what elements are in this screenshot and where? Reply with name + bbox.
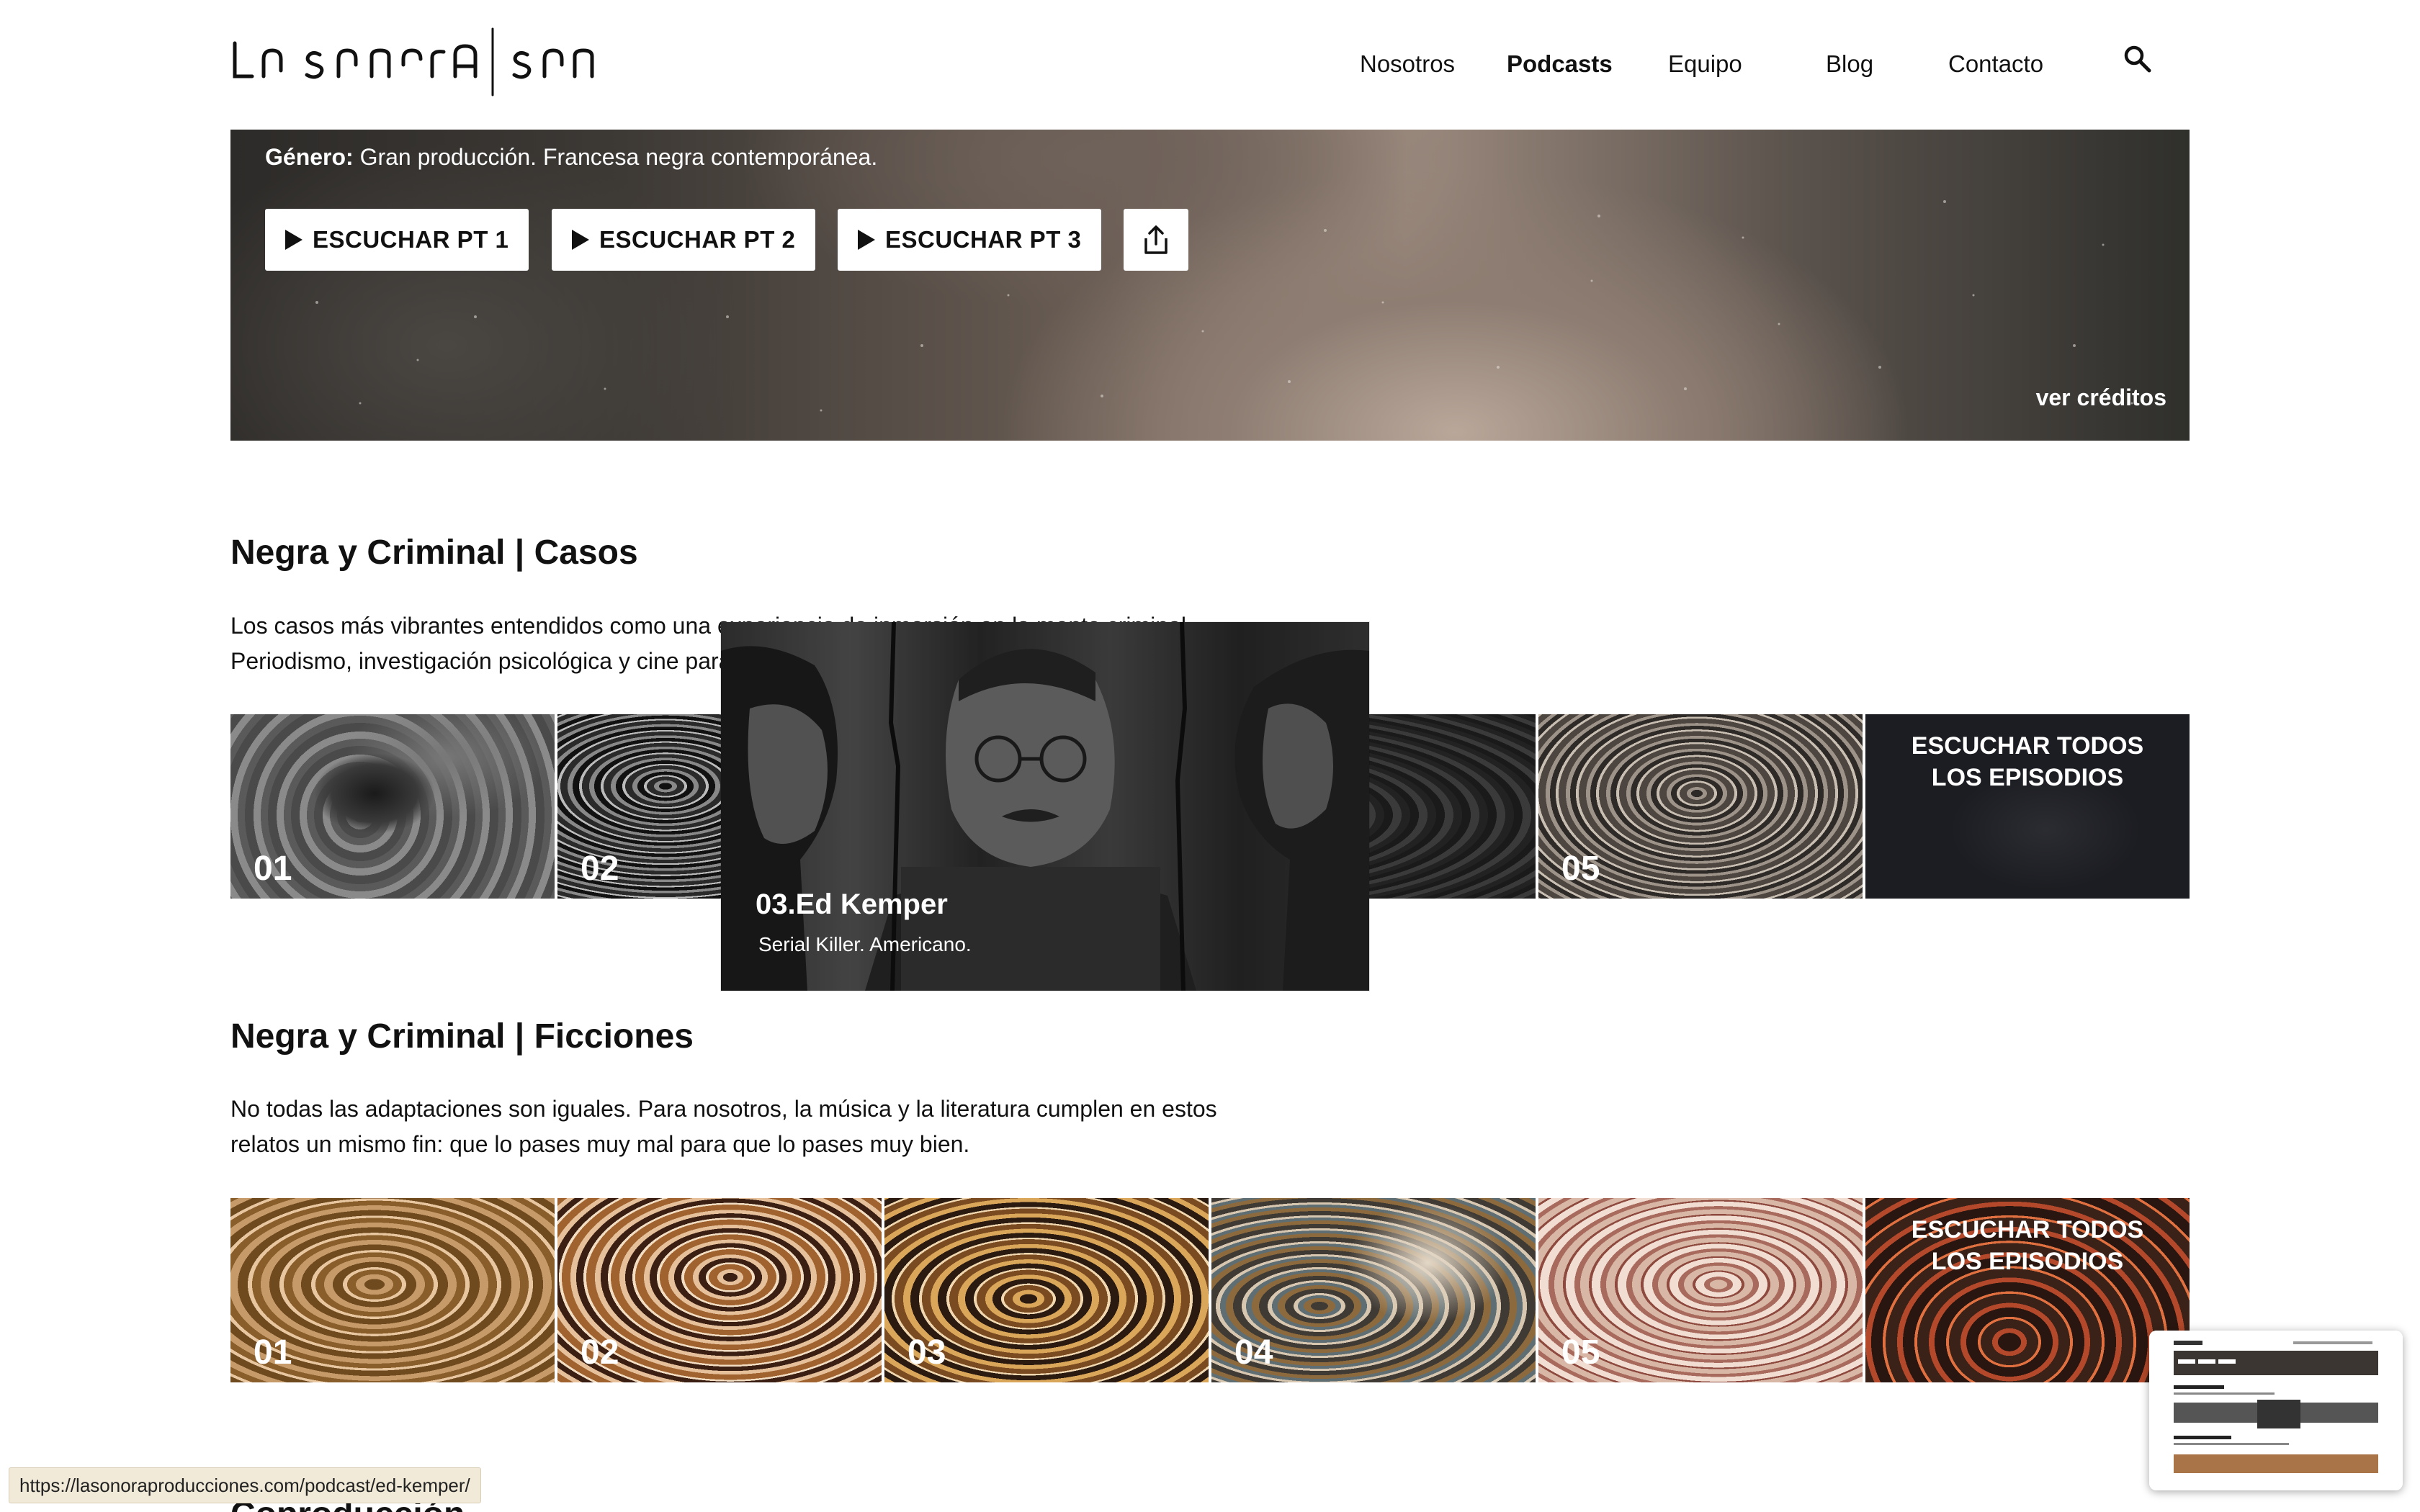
page-thumbnail-preview[interactable]	[2149, 1331, 2403, 1490]
main-nav: Nosotros Podcasts Equipo Blog Contacto	[0, 46, 2420, 82]
tile-number: 03	[908, 1333, 946, 1372]
episode-hover-card[interactable]: 03.Ed Kemper Serial Killer. Americano.	[721, 622, 1369, 991]
tile-number: 05	[1561, 1333, 1600, 1372]
nav-item-equipo[interactable]: Equipo	[1668, 46, 1742, 82]
listen-pt2-label: ESCUCHAR PT 2	[599, 226, 796, 253]
casos-tile-01[interactable]: 01	[230, 714, 555, 899]
listen-pt3-button[interactable]: ESCUCHAR PT 3	[838, 209, 1102, 271]
casos-desc-line2: Periodismo, investigación psicológica y …	[230, 648, 732, 674]
ficciones-description: No todas las adaptaciones son iguales. P…	[230, 1092, 1239, 1162]
tile-number: 04	[1234, 1333, 1273, 1372]
all-episodes-label: ESCUCHAR TODOS LOS EPISODIOS	[1911, 1216, 2144, 1275]
listen-pt2-button[interactable]: ESCUCHAR PT 2	[552, 209, 816, 271]
nav-item-blog[interactable]: Blog	[1826, 46, 1873, 82]
ficciones-all-episodes-tile[interactable]: ESCUCHAR TODOS LOS EPISODIOS	[1865, 1198, 2190, 1382]
ficciones-title: Negra y Criminal | Ficciones	[230, 1017, 694, 1056]
listen-pt3-label: ESCUCHAR PT 3	[885, 226, 1082, 253]
status-bar-url: https://lasonoraproducciones.com/podcast…	[9, 1467, 481, 1503]
nav-item-contacto[interactable]: Contacto	[1948, 46, 2043, 82]
ficciones-desc-line1: No todas las adaptaciones son iguales. P…	[230, 1096, 1217, 1122]
hero-banner: Género: Gran producción. Francesa negra …	[230, 130, 2190, 441]
tile-number: 01	[254, 850, 292, 888]
ficciones-tile-03[interactable]: 03	[884, 1198, 1209, 1382]
page-thumbnail-image	[2149, 1331, 2403, 1490]
tile-number: 05	[1561, 850, 1600, 888]
ficciones-tile-01[interactable]: 01	[230, 1198, 555, 1382]
play-icon	[572, 230, 589, 250]
casos-tile-05[interactable]: 05	[1538, 714, 1863, 899]
casos-all-episodes-tile[interactable]: ESCUCHAR TODOS LOS EPISODIOS	[1865, 714, 2190, 899]
ficciones-tile-04[interactable]: 04	[1211, 1198, 1536, 1382]
share-icon	[1144, 225, 1168, 254]
tile-number: 01	[254, 1333, 292, 1372]
ficciones-tile-02[interactable]: 02	[557, 1198, 882, 1382]
ficciones-desc-line2: relatos un mismo fin: que lo pases muy m…	[230, 1131, 970, 1157]
genre-value: Gran producción. Francesa negra contempo…	[359, 144, 878, 170]
play-icon	[285, 230, 302, 250]
search-icon[interactable]	[2120, 42, 2155, 76]
all-episodes-label: ESCUCHAR TODOS LOS EPISODIOS	[1911, 732, 2144, 791]
ficciones-tile-05[interactable]: 05	[1538, 1198, 1863, 1382]
genre-label: Género:	[265, 144, 354, 170]
listen-pt1-label: ESCUCHAR PT 1	[313, 226, 509, 253]
listen-pt1-button[interactable]: ESCUCHAR PT 1	[265, 209, 529, 271]
nav-item-nosotros[interactable]: Nosotros	[1360, 46, 1455, 82]
casos-title: Negra y Criminal | Casos	[230, 534, 638, 572]
hover-card-title: 03.Ed Kemper	[756, 888, 948, 920]
hero-grain-texture	[315, 200, 2133, 412]
share-button[interactable]	[1124, 209, 1188, 271]
tile-number: 02	[581, 850, 619, 888]
nav-item-podcasts[interactable]: Podcasts	[1507, 46, 1613, 82]
tile-number: 02	[581, 1333, 619, 1372]
credits-link[interactable]: ver créditos	[2036, 384, 2166, 411]
play-icon	[858, 230, 875, 250]
hero-genre: Género: Gran producción. Francesa negra …	[265, 144, 877, 171]
hover-card-subtitle: Serial Killer. Americano.	[758, 933, 972, 955]
